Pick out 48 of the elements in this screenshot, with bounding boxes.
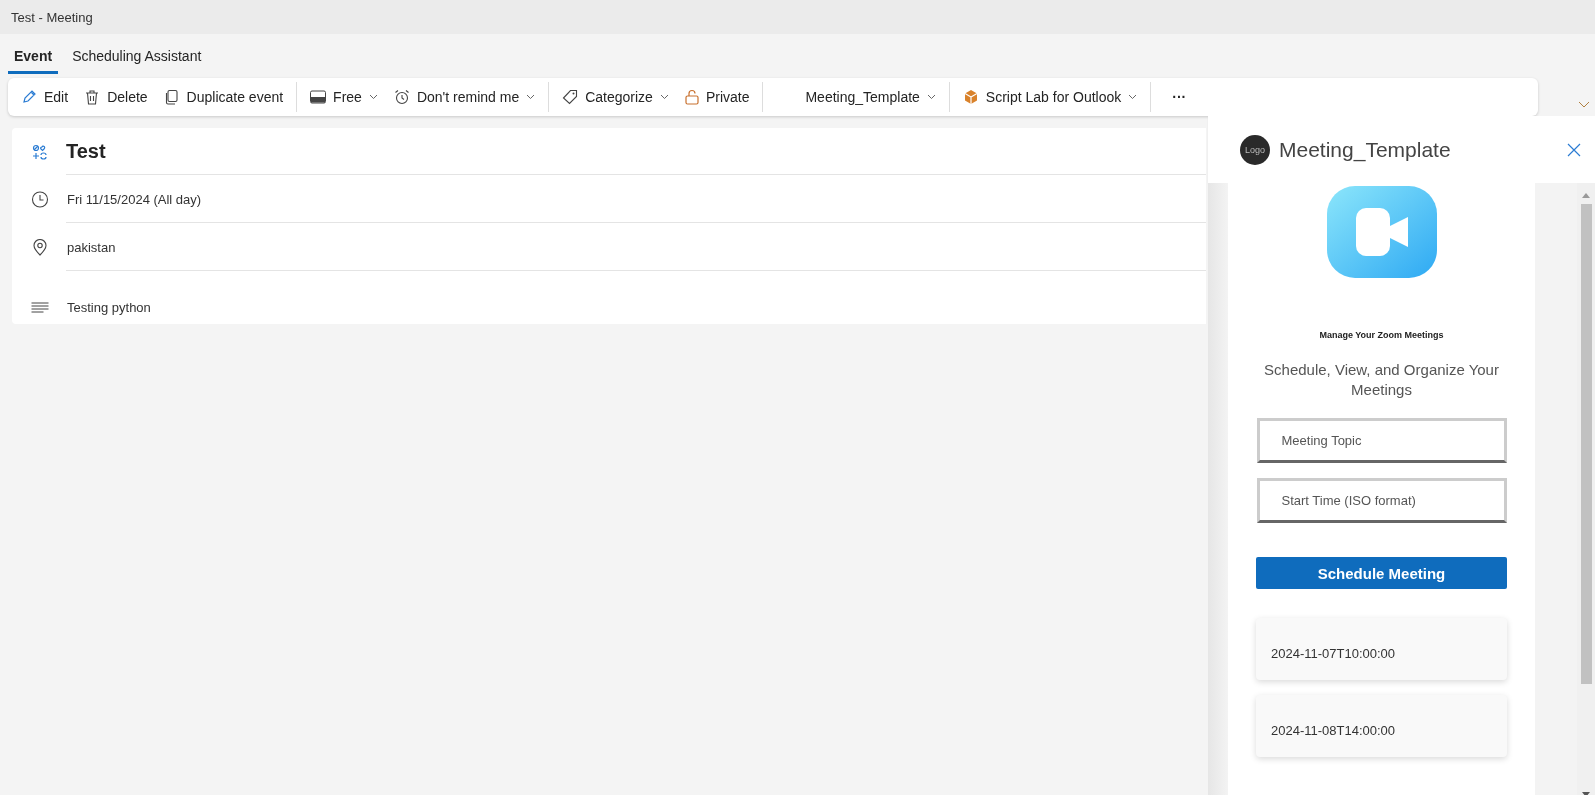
copy-icon — [163, 89, 180, 105]
toolbar-button[interactable]: Private — [677, 85, 757, 109]
trash-icon — [84, 89, 101, 105]
padlock-icon — [684, 89, 699, 105]
calendar-block-icon — [310, 90, 327, 104]
dropdown-button[interactable]: Script Lab for Outlook — [955, 85, 1145, 109]
caret-icon — [526, 94, 536, 100]
chevron-down-icon[interactable] — [1578, 101, 1590, 109]
scroll-up-icon[interactable] — [1582, 193, 1590, 198]
window-title: Test - Meeting — [11, 9, 93, 25]
close-icon[interactable] — [1567, 142, 1581, 157]
event-location: pakistan — [67, 239, 116, 255]
schedule-meeting-button[interactable]: Schedule Meeting — [1256, 557, 1507, 589]
video-camera-icon — [1326, 186, 1437, 278]
alarm-clock-icon — [393, 89, 410, 105]
toolbar-button[interactable]: Edit — [14, 85, 76, 109]
pencil-icon — [21, 89, 37, 105]
tab[interactable]: Scheduling Assistant — [66, 46, 208, 74]
logo-badge: Logo — [1240, 134, 1270, 165]
shapes-icon — [31, 143, 49, 160]
caret-icon — [368, 94, 378, 100]
tab[interactable]: Event — [8, 46, 59, 74]
meeting-time: 2024-11-08T14:00:00 — [1271, 723, 1396, 738]
toolbar-button[interactable]: Delete — [77, 85, 155, 109]
pane-title: Meeting_Template — [1279, 137, 1452, 162]
event-title: Test — [66, 140, 106, 163]
scrollbar-thumb[interactable] — [1580, 204, 1592, 684]
caret-icon — [926, 94, 936, 100]
input-field[interactable]: Meeting Topic — [1256, 418, 1507, 463]
cube-icon — [962, 89, 979, 105]
input-field[interactable]: Start Time (ISO format) — [1256, 478, 1507, 523]
location-pin-icon — [31, 238, 49, 256]
caret-icon — [659, 94, 669, 100]
caret-icon — [1128, 94, 1138, 100]
dropdown-button[interactable]: Don't remind me — [386, 85, 543, 109]
heading: Manage Your Zoom Meetings — [1319, 330, 1444, 340]
toolbar-button[interactable]: ··· — [1157, 85, 1202, 109]
dropdown-button[interactable]: Categorize — [555, 85, 676, 109]
dropdown-button[interactable]: Free — [303, 85, 385, 109]
subheading: Schedule, View, and Organize Your Meetings — [1263, 360, 1500, 400]
toolbar-button[interactable]: Duplicate event — [156, 85, 291, 109]
clock-icon — [31, 190, 49, 208]
dropdown-button[interactable]: Meeting_Template — [769, 85, 943, 109]
text-lines-icon — [31, 301, 49, 313]
event-date: Fri 11/15/2024 (All day) — [67, 191, 202, 207]
event-description: Testing python — [67, 299, 151, 315]
meeting-time: 2024-11-07T10:00:00 — [1271, 646, 1396, 661]
tag-icon — [562, 89, 579, 105]
